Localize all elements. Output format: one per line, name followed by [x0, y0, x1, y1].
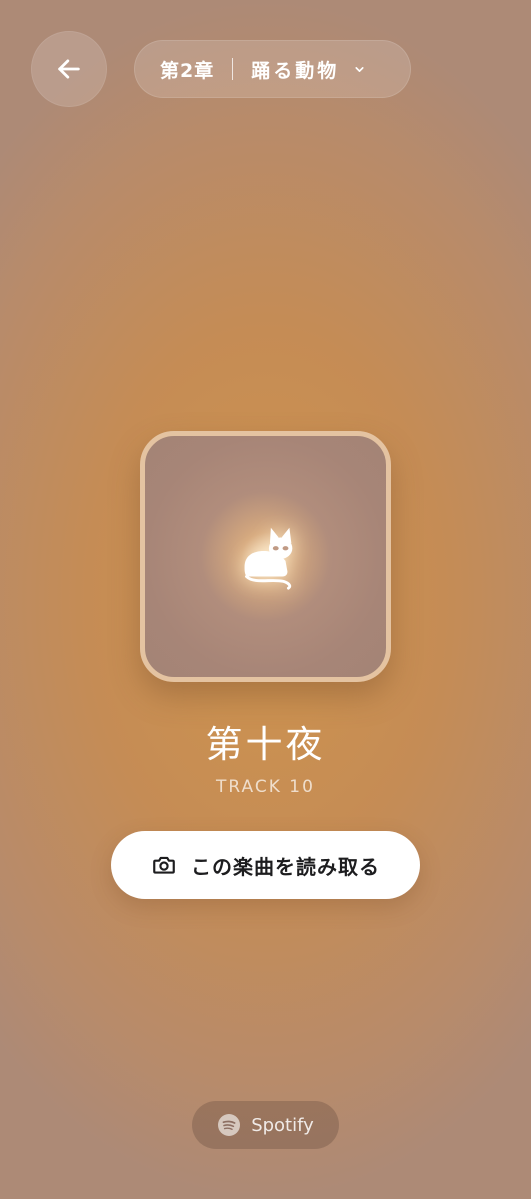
back-button[interactable]: [31, 31, 107, 107]
spotify-label: Spotify: [251, 1114, 314, 1136]
arrow-left-icon: [58, 59, 80, 79]
track-title: 第十夜: [205, 723, 326, 766]
track-number: TRACK 10: [216, 777, 315, 797]
scan-track-label: この楽曲を読み取る: [191, 854, 380, 879]
pill-divider: [232, 58, 234, 80]
camera-icon: [153, 856, 175, 874]
album-art: [140, 431, 391, 682]
spotify-button[interactable]: Spotify: [192, 1101, 339, 1149]
scan-track-button[interactable]: この楽曲を読み取る: [111, 831, 420, 899]
chapter-title: 踊る動物: [251, 59, 340, 82]
chevron-down-icon: [355, 66, 364, 72]
spotify-icon: [218, 1114, 241, 1136]
chapter-label: 第2章: [160, 59, 215, 82]
cat-icon: [244, 527, 292, 590]
chapter-selector[interactable]: 第2章 踊る動物: [134, 40, 411, 98]
